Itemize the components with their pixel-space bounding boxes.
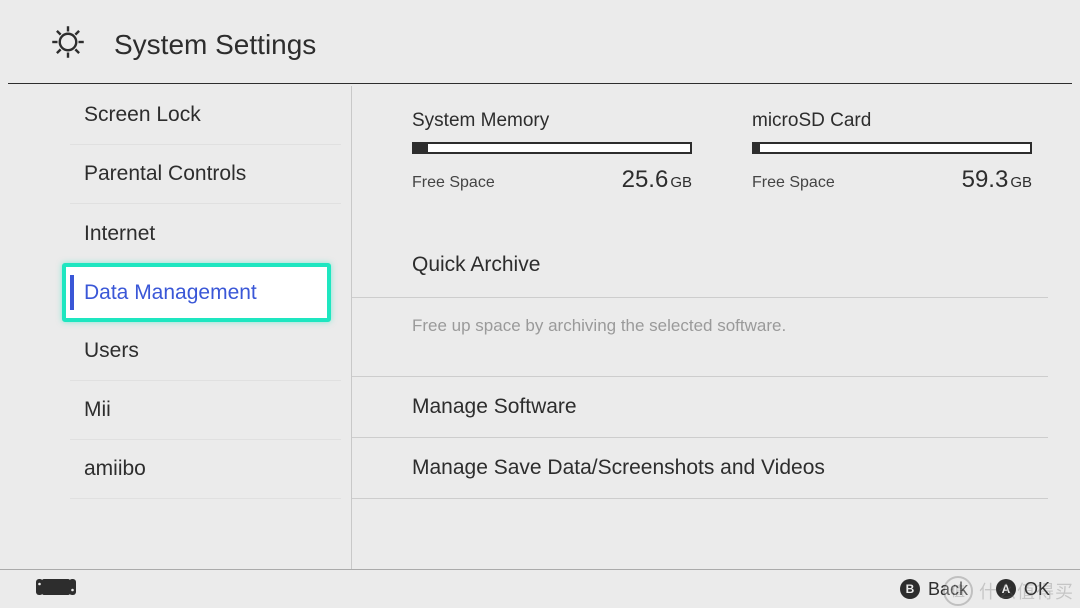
sidebar-item-screen-lock[interactable]: Screen Lock	[70, 86, 341, 145]
storage-sd-free-value: 59.3GB	[962, 166, 1032, 194]
sidebar-item-label: Internet	[84, 222, 155, 246]
storage-sd: microSD Card Free Space 59.3GB	[752, 110, 1032, 194]
a-button-icon: A	[996, 579, 1016, 599]
storage-sd-fill	[754, 144, 760, 152]
footer: B Back A OK	[0, 569, 1080, 608]
quick-archive-desc: Free up space by archiving the selected …	[352, 298, 1048, 376]
gear-icon	[50, 24, 86, 65]
storage-system: System Memory Free Space 25.6GB	[412, 110, 692, 194]
quick-archive-label: Quick Archive	[412, 253, 540, 276]
storage-sd-title: microSD Card	[752, 110, 1032, 132]
sidebar-item-parental-controls[interactable]: Parental Controls	[70, 145, 341, 204]
sidebar-item-amiibo[interactable]: amiibo	[70, 440, 341, 499]
footer-a-hint[interactable]: A OK	[996, 579, 1050, 600]
controller-icon	[36, 577, 76, 602]
page-title: System Settings	[114, 29, 316, 61]
sidebar-item-label: Mii	[84, 398, 111, 422]
sidebar-item-label: amiibo	[84, 457, 146, 481]
header-divider	[8, 83, 1072, 84]
body: Screen Lock Parental Controls Internet D…	[0, 86, 1080, 569]
manage-software-label: Manage Software	[412, 395, 577, 418]
sidebar-item-label: Users	[84, 339, 139, 363]
storage-section: System Memory Free Space 25.6GB microSD …	[352, 110, 1048, 223]
storage-system-title: System Memory	[412, 110, 692, 132]
storage-sd-free-label: Free Space	[752, 174, 835, 192]
manage-save-label: Manage Save Data/Screenshots and Videos	[412, 456, 825, 479]
sidebar-item-label: Data Management	[84, 281, 257, 305]
storage-system-bar	[412, 142, 692, 154]
detail-pane: System Memory Free Space 25.6GB microSD …	[352, 86, 1080, 569]
storage-system-free-label: Free Space	[412, 174, 495, 192]
b-button-icon: B	[900, 579, 920, 599]
storage-system-free-value: 25.6GB	[622, 166, 692, 194]
footer-b-hint[interactable]: B Back	[900, 579, 968, 600]
sidebar-item-data-management[interactable]: Data Management	[62, 263, 331, 322]
sidebar-item-users[interactable]: Users	[70, 322, 341, 381]
sidebar-item-mii[interactable]: Mii	[70, 381, 341, 440]
header: System Settings	[0, 0, 1080, 83]
sidebar-item-label: Parental Controls	[84, 162, 246, 186]
manage-save-row[interactable]: Manage Save Data/Screenshots and Videos	[352, 438, 1048, 499]
b-button-label: Back	[928, 579, 968, 600]
a-button-label: OK	[1024, 579, 1050, 600]
storage-sd-bar	[752, 142, 1032, 154]
sidebar: Screen Lock Parental Controls Internet D…	[0, 86, 352, 569]
sidebar-item-internet[interactable]: Internet	[70, 204, 341, 263]
manage-software-row[interactable]: Manage Software	[352, 376, 1048, 438]
quick-archive-row[interactable]: Quick Archive	[352, 233, 1048, 298]
storage-system-fill	[414, 144, 428, 152]
sidebar-item-label: Screen Lock	[84, 103, 201, 127]
